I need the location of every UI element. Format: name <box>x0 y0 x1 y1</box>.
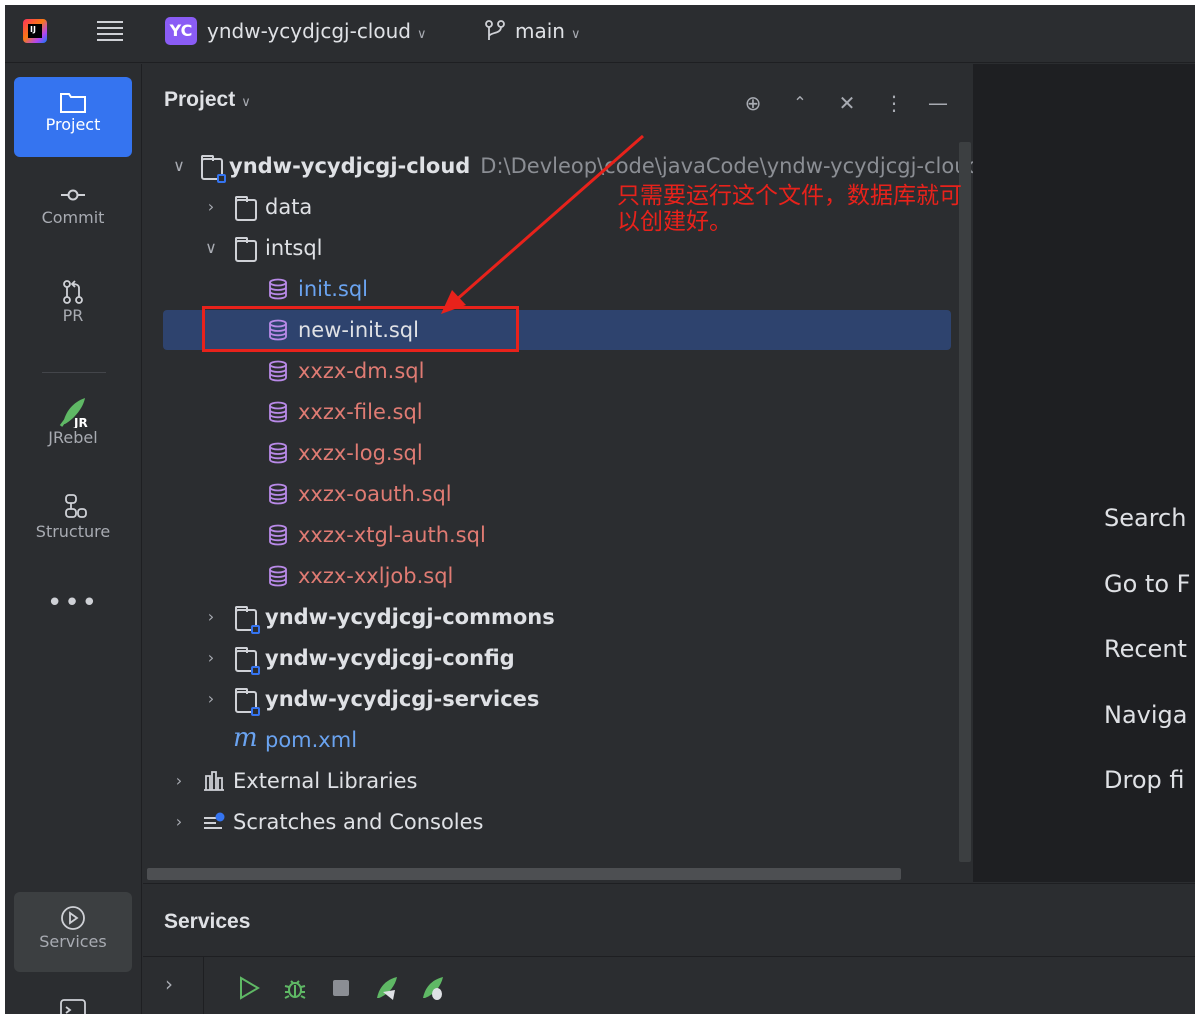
ide-window: IJ YC yndw-ycydjcgj-cloud ∨ main ∨ Project <box>5 5 1195 1014</box>
annotation-arrow <box>441 134 644 314</box>
